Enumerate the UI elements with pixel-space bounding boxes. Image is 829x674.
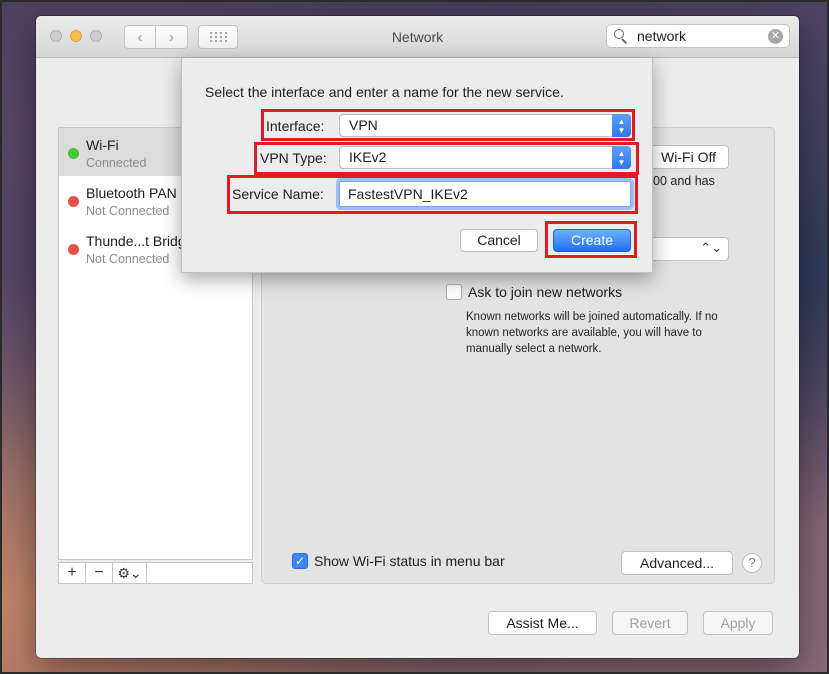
interface-value: VPN [349,117,378,133]
assist-me-button[interactable]: Assist Me... [488,611,597,635]
service-name-label: Service Name: [232,186,324,202]
service-name: Wi-Fi [86,137,119,153]
advanced-button[interactable]: Advanced... [621,551,733,575]
service-list-toolbar: + − ⚙⌄ [58,562,253,584]
gear-menu-button[interactable]: ⚙⌄ [113,563,147,583]
chevron-updown-icon: ⌃⌄ [700,240,722,255]
service-status: Not Connected [86,204,170,218]
help-icon[interactable]: ? [742,553,762,573]
sheet-prompt: Select the interface and enter a name fo… [205,84,564,100]
create-button[interactable]: Create [553,229,631,252]
status-text: 00 and has [653,174,715,188]
cancel-button[interactable]: Cancel [460,229,538,252]
remove-service-button[interactable]: − [86,563,113,583]
apply-button[interactable]: Apply [703,611,773,635]
ask-to-join-description: Known networks will be joined automatica… [466,311,718,355]
show-wifi-status-row[interactable]: ✓ Show Wi-Fi status in menu bar [292,553,505,569]
service-name: Thunde...t Bridge [86,233,194,249]
vpn-type-label: VPN Type: [260,150,327,166]
show-wifi-status-label: Show Wi-Fi status in menu bar [314,553,505,569]
service-name-field[interactable]: FastestVPN_IKEv2 [339,181,631,207]
service-status: Not Connected [86,252,170,266]
vpn-type-value: IKEv2 [349,149,387,165]
service-status: Connected [86,156,147,170]
status-dot-green [68,148,79,159]
service-name: Bluetooth PAN [86,185,177,201]
ask-to-join-row[interactable]: Ask to join new networks [446,284,622,300]
network-window: ‹ › Network network ✕ Wi-Fi Connected Bl… [36,16,799,658]
network-name-select[interactable]: ⌃⌄ [643,237,729,261]
ask-to-join-checkbox[interactable] [446,284,462,300]
interface-popup[interactable]: VPN ▲ ▼ [339,114,631,137]
wifi-off-button[interactable]: Wi-Fi Off [643,145,729,169]
search-icon [613,28,629,44]
status-dot-red [68,196,79,207]
search-input-value[interactable]: network [637,28,686,44]
revert-button[interactable]: Revert [612,611,688,635]
checkmark-icon: ✓ [294,554,306,568]
chevron-updown-icon: ▲ ▼ [612,146,631,169]
ask-to-join-label: Ask to join new networks [468,284,623,300]
show-wifi-status-checkbox[interactable]: ✓ [292,553,308,569]
interface-label: Interface: [266,118,325,134]
chevron-updown-icon: ▲ ▼ [612,114,631,137]
status-dot-red [68,244,79,255]
search-field[interactable]: network ✕ [606,24,790,48]
add-service-button[interactable]: + [59,563,86,583]
clear-search-icon[interactable]: ✕ [768,29,783,44]
new-service-sheet: Select the interface and enter a name fo… [181,58,653,273]
title-bar: ‹ › Network network ✕ [36,16,799,58]
vpn-type-popup[interactable]: IKEv2 ▲ ▼ [339,146,631,169]
